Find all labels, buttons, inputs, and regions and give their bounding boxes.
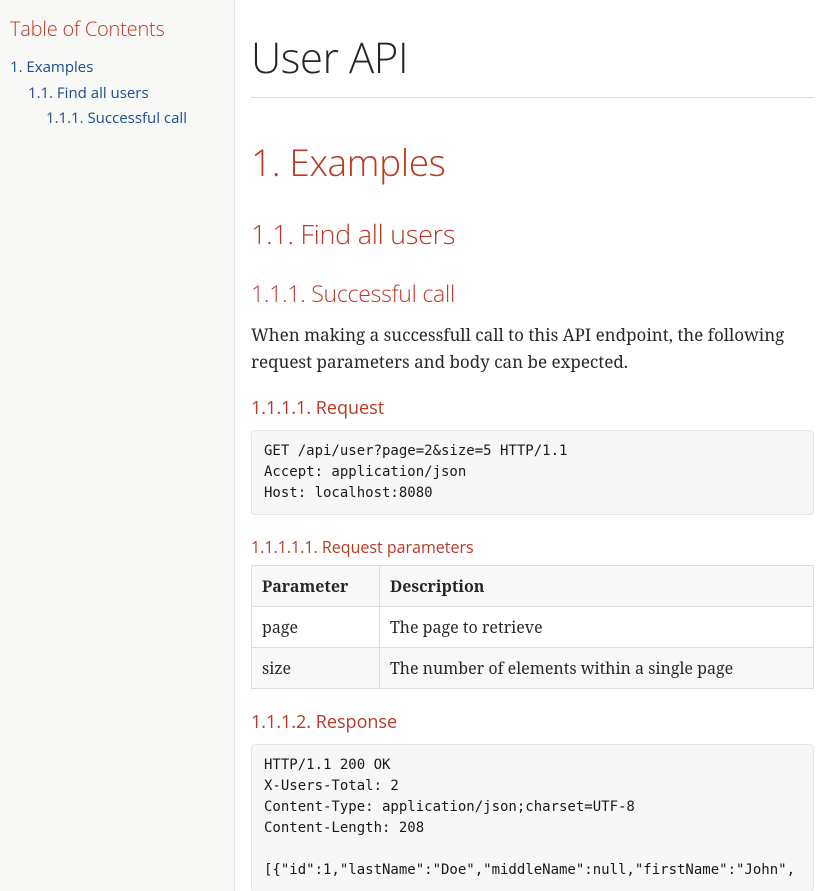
toc-title: Table of Contents: [10, 14, 224, 44]
toc-list: 1. Examples 1.1. Find all users 1.1.1. S…: [10, 54, 224, 131]
table-header-row: Parameter Description: [252, 565, 814, 606]
toc-item-successful-call: 1.1.1. Successful call: [46, 105, 224, 131]
paragraph-successful-call: When making a successfull call to this A…: [251, 321, 830, 375]
heading-find-all-users: 1.1. Find all users: [251, 214, 830, 255]
main-content: User API 1. Examples 1.1. Find all users…: [235, 0, 830, 891]
table-request-parameters: Parameter Description page The page to r…: [251, 565, 814, 689]
toc-link-examples[interactable]: 1. Examples: [10, 57, 93, 77]
cell-param-desc: The page to retrieve: [379, 606, 813, 647]
toc-item-examples: 1. Examples: [10, 54, 224, 80]
heading-request-parameters: 1.1.1.1.1. Request parameters: [251, 535, 830, 559]
toc-link-find-all-users[interactable]: 1.1. Find all users: [28, 83, 149, 103]
cell-param-name: page: [252, 606, 380, 647]
page-title: User API: [251, 26, 814, 98]
code-request: GET /api/user?page=2&size=5 HTTP/1.1 Acc…: [251, 430, 814, 515]
table-of-contents: Table of Contents 1. Examples 1.1. Find …: [0, 0, 235, 891]
code-response: HTTP/1.1 200 OK X-Users-Total: 2 Content…: [251, 744, 814, 891]
toc-link-successful-call[interactable]: 1.1.1. Successful call: [46, 108, 187, 128]
cell-param-name: size: [252, 647, 380, 688]
table-row: page The page to retrieve: [252, 606, 814, 647]
cell-param-desc: The number of elements within a single p…: [379, 647, 813, 688]
table-header-parameter: Parameter: [252, 565, 380, 606]
toc-item-find-all-users: 1.1. Find all users: [28, 80, 224, 106]
heading-response: 1.1.1.2. Response: [251, 709, 830, 736]
table-header-description: Description: [379, 565, 813, 606]
table-row: size The number of elements within a sin…: [252, 647, 814, 688]
heading-request: 1.1.1.1. Request: [251, 395, 830, 422]
heading-successful-call: 1.1.1. Successful call: [251, 276, 830, 311]
heading-examples: 1. Examples: [251, 134, 830, 190]
